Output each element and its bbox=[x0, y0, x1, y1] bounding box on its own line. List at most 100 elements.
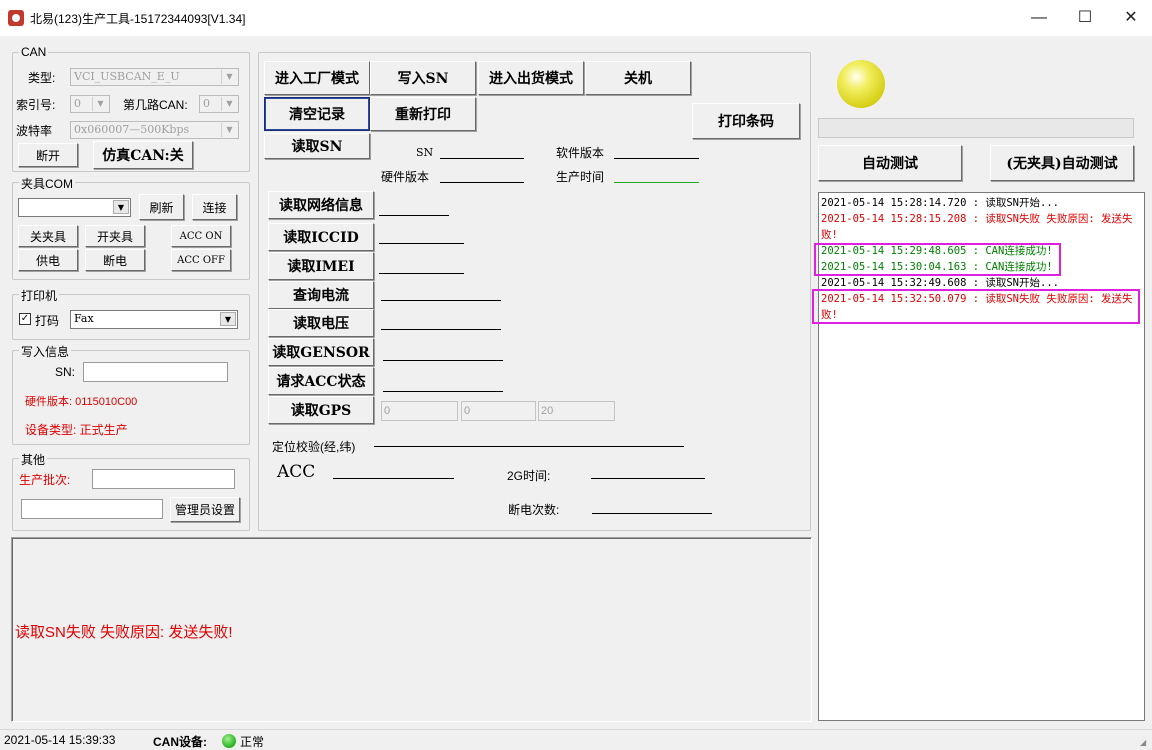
window-title: 北易(123)生产工具-15172344093[V1.34] bbox=[30, 12, 246, 26]
status-bar: 2021-05-14 15:39:33 CAN设备: 正常 ◢ bbox=[0, 729, 1152, 749]
chevron-down-icon: ▼ bbox=[221, 70, 237, 84]
printer-select[interactable]: Fax ▼ bbox=[70, 310, 238, 329]
enter-factory-button[interactable]: 进入工厂模式 bbox=[264, 61, 370, 95]
log-line: 2021-05-14 15:28:14.720 : 读取SN开始... bbox=[821, 197, 1059, 209]
acc-status-line bbox=[333, 478, 454, 479]
print-checkbox[interactable]: ✓ bbox=[19, 313, 31, 325]
g2-time-line bbox=[591, 478, 705, 479]
chevron-down-icon: ▼ bbox=[92, 97, 108, 111]
can-type-value: VCI_USBCAN_E_U bbox=[74, 70, 180, 83]
print-barcode-button[interactable]: 打印条码 bbox=[692, 103, 800, 139]
can-channel-value: 0 bbox=[203, 97, 210, 110]
type-label: 类型: bbox=[28, 71, 56, 85]
query-current-button[interactable]: 查询电流 bbox=[268, 281, 374, 309]
baud-value: 0x060007—500Kbps bbox=[74, 123, 190, 136]
acc-label: ACC bbox=[277, 462, 316, 482]
locate-value-line bbox=[374, 446, 684, 447]
sw-version-line bbox=[614, 158, 699, 159]
imei-value-line bbox=[379, 273, 464, 274]
progress-bar bbox=[818, 118, 1134, 138]
refresh-button[interactable]: 刷新 bbox=[139, 194, 184, 220]
status-ok-icon bbox=[222, 734, 236, 748]
close-fixture-button[interactable]: 关夹具 bbox=[18, 225, 78, 247]
shutdown-button[interactable]: 关机 bbox=[585, 61, 691, 95]
print-label: 打码 bbox=[35, 314, 60, 328]
resize-grip-icon[interactable]: ◢ bbox=[1140, 738, 1146, 747]
open-fixture-button[interactable]: 开夹具 bbox=[85, 225, 145, 247]
admin-input[interactable] bbox=[21, 499, 163, 519]
batch-label: 生产批次: bbox=[19, 473, 71, 487]
gps-satellite-field[interactable]: 20 bbox=[538, 401, 615, 421]
request-acc-button[interactable]: 请求ACC状态 bbox=[268, 367, 374, 395]
can-index-value: 0 bbox=[74, 97, 81, 110]
status-datetime: 2021-05-14 15:39:33 bbox=[4, 733, 116, 747]
chevron-down-icon: ▼ bbox=[220, 312, 236, 326]
status-message-panel: 读取SN失败 失败原因: 发送失败! bbox=[11, 537, 812, 722]
log-line: 2021-05-14 15:28:15.208 : 读取SN失败 失败原因: 发… bbox=[821, 213, 1133, 225]
gsensor-value-line bbox=[383, 360, 503, 361]
write-info-group: 写入信息 SN: 硬件版本: 0115010C00 设备类型: 正式生产 bbox=[12, 343, 250, 445]
printer-group-title: 打印机 bbox=[19, 287, 60, 304]
acc-off-button[interactable]: ACC OFF bbox=[171, 249, 231, 271]
connect-button[interactable]: 连接 bbox=[192, 194, 237, 220]
title-bar: 北易(123)生产工具-15172344093[V1.34] — ☐ ✕ bbox=[0, 0, 1152, 36]
device-type-text: 设备类型: 正式生产 bbox=[25, 423, 128, 437]
gps-longitude-field[interactable]: 0 bbox=[381, 401, 458, 421]
prod-time-line bbox=[614, 182, 699, 183]
sn-field-label: SN bbox=[416, 146, 434, 159]
batch-input[interactable] bbox=[92, 469, 235, 489]
sn-input[interactable] bbox=[83, 362, 228, 382]
voltage-value-line bbox=[381, 329, 501, 330]
can-type-select[interactable]: VCI_USBCAN_E_U ▼ bbox=[70, 68, 239, 86]
can-channel-select[interactable]: 0 ▼ bbox=[199, 95, 239, 113]
sim-can-button[interactable]: 仿真CAN:关 bbox=[93, 141, 193, 169]
power-off-button[interactable]: 断电 bbox=[85, 249, 145, 271]
highlight-box bbox=[814, 243, 1061, 276]
can-group: CAN 类型: VCI_USBCAN_E_U ▼ 索引号: 0 ▼ 第几路CAN: … bbox=[12, 45, 250, 172]
baud-select[interactable]: 0x060007—500Kbps ▼ bbox=[70, 121, 239, 139]
status-message: 读取SN失败 失败原因: 发送失败! bbox=[15, 624, 233, 641]
auto-test-button[interactable]: 自动测试 bbox=[818, 145, 962, 181]
iccid-value-line bbox=[379, 243, 464, 244]
can-group-title: CAN bbox=[19, 45, 49, 59]
close-button[interactable]: ✕ bbox=[1108, 0, 1152, 36]
read-gsensor-button[interactable]: 读取GENSOR bbox=[268, 338, 374, 366]
power-on-button[interactable]: 供电 bbox=[18, 249, 78, 271]
read-imei-button[interactable]: 读取IMEI bbox=[268, 252, 374, 280]
write-sn-button[interactable]: 写入SN bbox=[370, 61, 476, 95]
main-panel: 进入工厂模式 写入SN 进入出货模式 关机 清空记录 重新打印 打印条码 读取S… bbox=[258, 52, 811, 531]
can-index-select[interactable]: 0 ▼ bbox=[70, 95, 110, 113]
baud-label: 波特率 bbox=[16, 124, 53, 138]
chevron-down-icon: ▼ bbox=[113, 200, 129, 214]
acc-on-button[interactable]: ACC ON bbox=[171, 225, 231, 247]
admin-settings-button[interactable]: 管理员设置 bbox=[170, 497, 240, 522]
read-iccid-button[interactable]: 读取ICCID bbox=[268, 223, 374, 251]
power-off-count-line bbox=[592, 513, 712, 514]
printer-group: 打印机 ✓ 打码 Fax ▼ bbox=[12, 287, 250, 340]
read-network-button[interactable]: 读取网络信息 bbox=[268, 191, 374, 219]
gps-latitude-field[interactable]: 0 bbox=[461, 401, 536, 421]
chevron-down-icon: ▼ bbox=[221, 97, 237, 111]
read-sn-button[interactable]: 读取SN bbox=[264, 133, 370, 159]
enter-ship-mode-button[interactable]: 进入出货模式 bbox=[478, 61, 584, 95]
current-value-line bbox=[381, 300, 501, 301]
sw-version-label: 软件版本 bbox=[556, 146, 605, 160]
read-gps-button[interactable]: 读取GPS bbox=[268, 396, 374, 424]
minimize-button[interactable]: — bbox=[1016, 0, 1062, 36]
locate-check-label: 定位校验(经,纬) bbox=[272, 440, 356, 454]
com-port-select[interactable]: ▼ bbox=[18, 198, 131, 217]
highlight-box bbox=[812, 289, 1140, 324]
reprint-button[interactable]: 重新打印 bbox=[370, 97, 476, 131]
auto-test-no-fixture-button[interactable]: (无夹具)自动测试 bbox=[990, 145, 1134, 181]
g2-time-label: 2G时间: bbox=[507, 469, 551, 483]
disconnect-button[interactable]: 断开 bbox=[18, 143, 78, 167]
clear-log-button[interactable]: 清空记录 bbox=[264, 97, 370, 131]
maximize-button[interactable]: ☐ bbox=[1062, 0, 1108, 36]
fixture-group-title: 夹具COM bbox=[19, 175, 75, 192]
chevron-down-icon: ▼ bbox=[221, 123, 237, 137]
hw-version-text: 硬件版本: 0115010C00 bbox=[25, 396, 138, 408]
can-device-status: 正常 bbox=[240, 735, 265, 749]
index-label: 索引号: bbox=[16, 98, 56, 112]
read-voltage-button[interactable]: 读取电压 bbox=[268, 309, 374, 337]
write-info-title: 写入信息 bbox=[19, 343, 72, 360]
